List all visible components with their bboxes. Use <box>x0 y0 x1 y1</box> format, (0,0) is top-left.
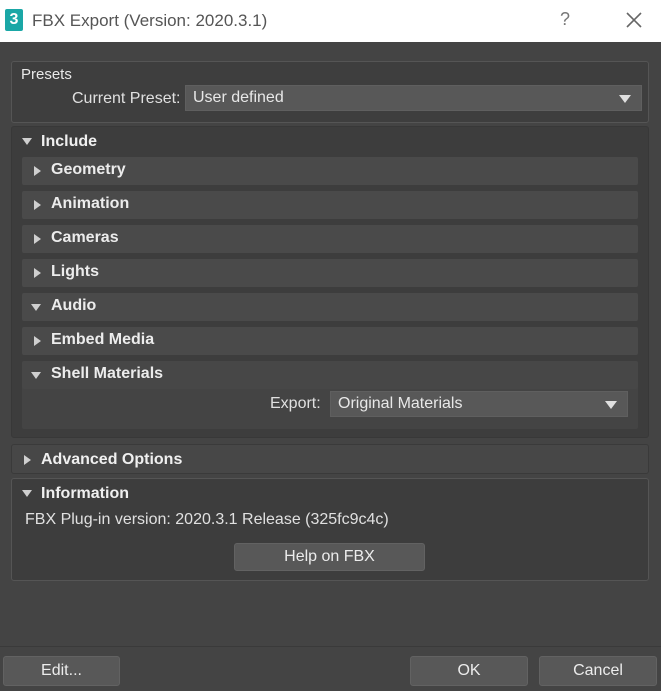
section-animation[interactable]: Animation <box>22 191 638 219</box>
help-on-fbx-button[interactable]: Help on FBX <box>234 543 425 571</box>
section-geometry-label: Geometry <box>51 161 126 178</box>
information-collapse-icon[interactable] <box>22 490 32 497</box>
section-cameras-label: Cameras <box>51 229 119 246</box>
advanced-options-title: Advanced Options <box>41 451 183 468</box>
section-shell-materials: Shell Materials Export: Original Materia… <box>22 361 638 429</box>
close-icon[interactable] <box>622 6 646 34</box>
collapse-icon <box>31 372 41 379</box>
title-bar: 3 FBX Export (Version: 2020.3.1) ? <box>0 0 661 42</box>
3dsmax-app-icon: 3 <box>5 9 23 31</box>
presets-title: Presets <box>21 66 72 83</box>
chevron-down-icon <box>619 95 631 103</box>
section-animation-label: Animation <box>51 195 130 212</box>
edit-button[interactable]: Edit... <box>3 656 120 686</box>
app-icon-glyph: 3 <box>9 11 19 28</box>
include-group: Include Geometry Animation Cameras Light… <box>11 126 649 438</box>
advanced-options-group[interactable]: Advanced Options <box>11 444 649 474</box>
current-preset-label: Current Preset: <box>72 90 181 107</box>
export-materials-dropdown[interactable]: Original Materials <box>330 391 628 417</box>
ok-button[interactable]: OK <box>410 656 528 686</box>
section-shell-materials-header[interactable]: Shell Materials <box>22 361 638 389</box>
information-title[interactable]: Information <box>41 485 129 503</box>
section-lights[interactable]: Lights <box>22 259 638 287</box>
expand-icon <box>34 166 41 176</box>
chevron-down-icon <box>605 401 617 409</box>
export-materials-value: Original Materials <box>338 395 463 412</box>
export-label: Export: <box>270 395 321 412</box>
plugin-version-text: FBX Plug-in version: 2020.3.1 Release (3… <box>25 511 389 528</box>
collapse-icon <box>31 304 41 311</box>
current-preset-value: User defined <box>193 89 284 106</box>
cancel-button[interactable]: Cancel <box>539 656 657 686</box>
help-icon[interactable]: ? <box>558 9 572 33</box>
section-embed-media-label: Embed Media <box>51 331 155 348</box>
current-preset-dropdown[interactable]: User defined <box>185 85 642 111</box>
expand-icon <box>34 268 41 278</box>
section-audio-label: Audio <box>51 297 97 314</box>
section-lights-label: Lights <box>51 263 99 280</box>
footer-divider <box>0 646 661 647</box>
expand-icon <box>34 336 41 346</box>
include-title[interactable]: Include <box>41 133 97 151</box>
include-collapse-icon[interactable] <box>22 138 32 145</box>
section-geometry[interactable]: Geometry <box>22 157 638 185</box>
presets-group: Presets Current Preset: User defined <box>11 61 649 123</box>
expand-icon <box>34 200 41 210</box>
window-title: FBX Export (Version: 2020.3.1) <box>32 11 268 30</box>
section-shell-materials-label: Shell Materials <box>51 365 164 382</box>
section-embed-media[interactable]: Embed Media <box>22 327 638 355</box>
section-cameras[interactable]: Cameras <box>22 225 638 253</box>
expand-icon <box>34 234 41 244</box>
section-audio[interactable]: Audio <box>22 293 638 321</box>
information-group: Information FBX Plug-in version: 2020.3.… <box>11 478 649 581</box>
expand-icon <box>24 455 31 465</box>
